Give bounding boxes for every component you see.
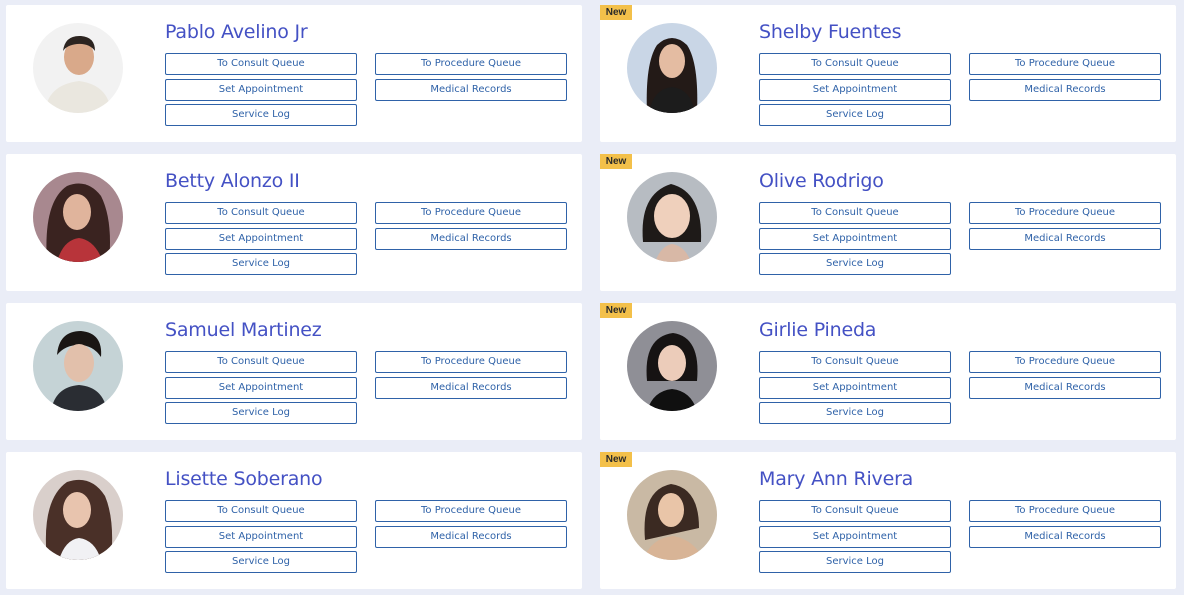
- to-procedure-queue-button[interactable]: To Procedure Queue: [375, 351, 567, 373]
- patient-card: Samuel Martinez To Consult Queue To Proc…: [6, 303, 582, 440]
- set-appointment-button[interactable]: Set Appointment: [759, 79, 951, 101]
- set-appointment-button[interactable]: Set Appointment: [165, 228, 357, 250]
- patient-name[interactable]: Betty Alonzo II: [165, 170, 300, 192]
- to-consult-queue-button[interactable]: To Consult Queue: [165, 351, 357, 373]
- to-procedure-queue-button[interactable]: To Procedure Queue: [969, 53, 1161, 75]
- patient-avatar: [33, 321, 123, 411]
- set-appointment-button[interactable]: Set Appointment: [759, 377, 951, 399]
- new-badge: New: [600, 5, 632, 20]
- patient-avatar: [33, 470, 123, 560]
- to-procedure-queue-button[interactable]: To Procedure Queue: [969, 500, 1161, 522]
- new-badge: New: [600, 452, 632, 467]
- medical-records-button[interactable]: Medical Records: [969, 228, 1161, 250]
- patient-card: Pablo Avelino Jr To Consult Queue To Pro…: [6, 5, 582, 142]
- patient-name[interactable]: Samuel Martinez: [165, 319, 322, 341]
- to-procedure-queue-button[interactable]: To Procedure Queue: [375, 202, 567, 224]
- set-appointment-button[interactable]: Set Appointment: [165, 377, 357, 399]
- set-appointment-button[interactable]: Set Appointment: [759, 526, 951, 548]
- set-appointment-button[interactable]: Set Appointment: [165, 79, 357, 101]
- to-procedure-queue-button[interactable]: To Procedure Queue: [375, 500, 567, 522]
- new-badge: New: [600, 154, 632, 169]
- medical-records-button[interactable]: Medical Records: [375, 228, 567, 250]
- medical-records-button[interactable]: Medical Records: [375, 377, 567, 399]
- service-log-button[interactable]: Service Log: [165, 253, 357, 275]
- to-consult-queue-button[interactable]: To Consult Queue: [165, 53, 357, 75]
- patient-card: Betty Alonzo II To Consult Queue To Proc…: [6, 154, 582, 291]
- to-procedure-queue-button[interactable]: To Procedure Queue: [969, 351, 1161, 373]
- medical-records-button[interactable]: Medical Records: [969, 526, 1161, 548]
- medical-records-button[interactable]: Medical Records: [375, 526, 567, 548]
- patient-avatar: [627, 321, 717, 411]
- patient-name[interactable]: Olive Rodrigo: [759, 170, 884, 192]
- service-log-button[interactable]: Service Log: [165, 104, 357, 126]
- patient-card: New Shelby Fuentes To Consult Queue To P…: [600, 5, 1176, 142]
- to-consult-queue-button[interactable]: To Consult Queue: [165, 202, 357, 224]
- patient-avatar: [627, 23, 717, 113]
- to-procedure-queue-button[interactable]: To Procedure Queue: [969, 202, 1161, 224]
- medical-records-button[interactable]: Medical Records: [969, 377, 1161, 399]
- set-appointment-button[interactable]: Set Appointment: [165, 526, 357, 548]
- to-procedure-queue-button[interactable]: To Procedure Queue: [375, 53, 567, 75]
- service-log-button[interactable]: Service Log: [759, 551, 951, 573]
- patient-avatar: [33, 23, 123, 113]
- to-consult-queue-button[interactable]: To Consult Queue: [165, 500, 357, 522]
- new-badge: New: [600, 303, 632, 318]
- patient-name[interactable]: Shelby Fuentes: [759, 21, 902, 43]
- patient-avatar: [627, 470, 717, 560]
- patient-avatar: [33, 172, 123, 262]
- medical-records-button[interactable]: Medical Records: [375, 79, 567, 101]
- service-log-button[interactable]: Service Log: [759, 402, 951, 424]
- service-log-button[interactable]: Service Log: [759, 104, 951, 126]
- patient-name[interactable]: Girlie Pineda: [759, 319, 876, 341]
- patient-name[interactable]: Lisette Soberano: [165, 468, 323, 490]
- patient-card: New Girlie Pineda To Consult Queue To Pr…: [600, 303, 1176, 440]
- patient-card: Lisette Soberano To Consult Queue To Pro…: [6, 452, 582, 589]
- service-log-button[interactable]: Service Log: [165, 402, 357, 424]
- to-consult-queue-button[interactable]: To Consult Queue: [759, 500, 951, 522]
- to-consult-queue-button[interactable]: To Consult Queue: [759, 351, 951, 373]
- patient-card: New Olive Rodrigo To Consult Queue To Pr…: [600, 154, 1176, 291]
- to-consult-queue-button[interactable]: To Consult Queue: [759, 202, 951, 224]
- service-log-button[interactable]: Service Log: [165, 551, 357, 573]
- to-consult-queue-button[interactable]: To Consult Queue: [759, 53, 951, 75]
- service-log-button[interactable]: Service Log: [759, 253, 951, 275]
- medical-records-button[interactable]: Medical Records: [969, 79, 1161, 101]
- patient-name[interactable]: Pablo Avelino Jr: [165, 21, 308, 43]
- patient-avatar: [627, 172, 717, 262]
- patient-name[interactable]: Mary Ann Rivera: [759, 468, 913, 490]
- patient-card: New Mary Ann Rivera To Consult Queue To …: [600, 452, 1176, 589]
- set-appointment-button[interactable]: Set Appointment: [759, 228, 951, 250]
